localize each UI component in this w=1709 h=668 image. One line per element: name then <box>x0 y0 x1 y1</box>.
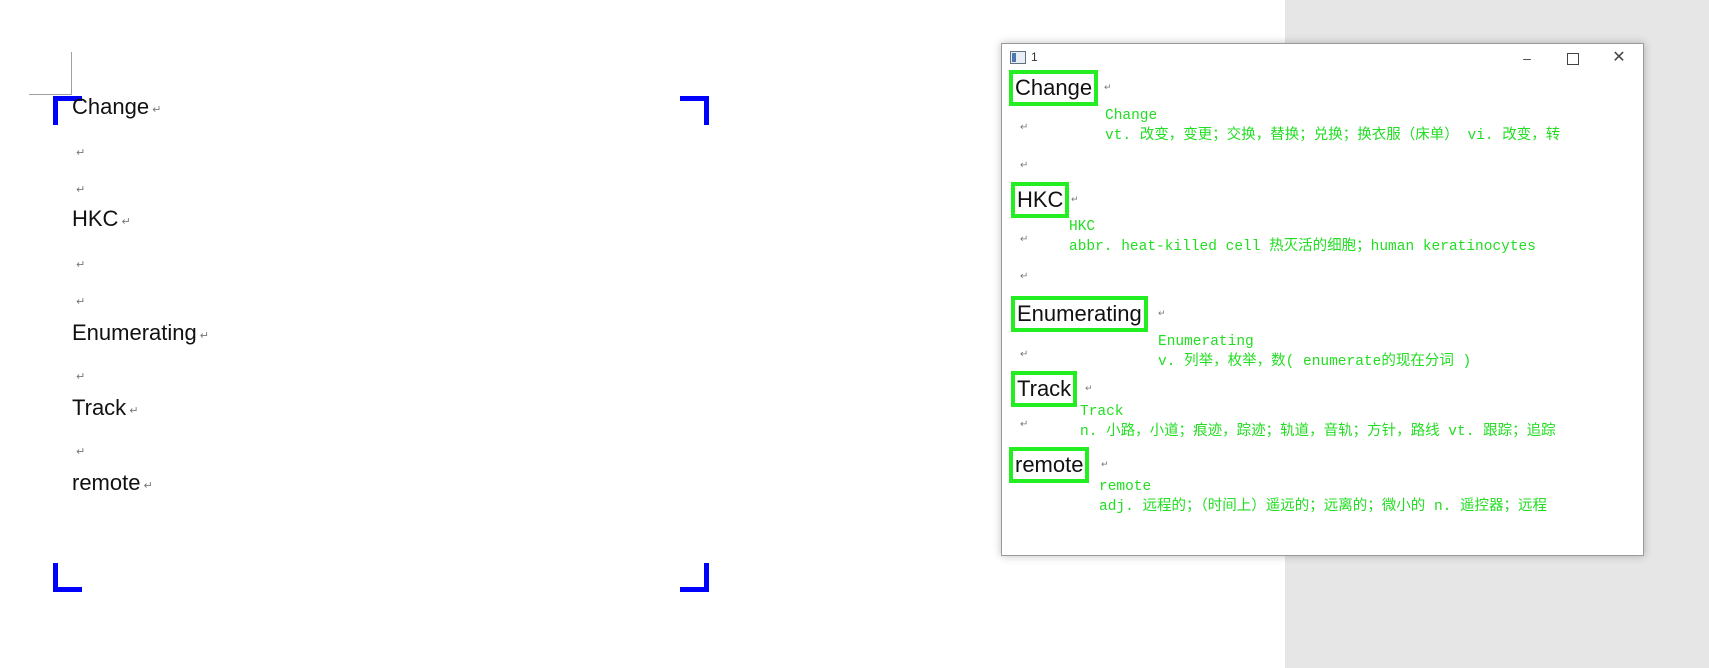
definition-headword: HKC <box>1069 219 1096 235</box>
close-button[interactable]: ✕ <box>1599 46 1639 70</box>
definition-text: v. 列举，枚举，数( enumerate的现在分词 ) <box>1158 354 1472 370</box>
crop-mark-bottom-left <box>53 563 82 592</box>
paragraph-mark: ↵ <box>121 216 131 229</box>
definition-headword: Enumerating <box>1158 334 1254 350</box>
highlighted-word[interactable]: Change <box>1009 70 1099 106</box>
window-title: 1 <box>1031 50 1038 64</box>
paragraph-mark: ↵ <box>1085 383 1093 393</box>
definition-text: adj. 远程的；（时间上）遥远的；远离的；微小的 n. 遥控器；远程 <box>1099 499 1548 515</box>
definition-headword: Track <box>1080 404 1124 420</box>
doc-line[interactable]: Change ↵ <box>72 94 161 120</box>
doc-line[interactable]: Enumerating ↵ <box>72 320 209 346</box>
minimize-button[interactable]: – <box>1507 46 1547 70</box>
paragraph-mark: ↵ <box>129 405 139 418</box>
paragraph-mark: ↵ <box>1071 194 1079 204</box>
doc-line[interactable]: remote ↵ <box>72 470 153 496</box>
highlighted-word[interactable]: Track <box>1011 371 1078 407</box>
definition-headword: Change <box>1105 108 1158 124</box>
highlighted-word[interactable]: Enumerating <box>1011 296 1148 332</box>
margin-mark <box>29 94 72 95</box>
paragraph-mark: ↵ <box>1020 234 1029 245</box>
doc-line[interactable]: HKC ↵ <box>72 206 131 232</box>
paragraph-mark: ↵ <box>1020 160 1029 171</box>
paragraph-mark: ↵ <box>199 330 209 343</box>
paragraph-mark: ↵ <box>76 259 86 271</box>
paragraph-mark: ↵ <box>1020 349 1029 360</box>
paragraph-mark: ↵ <box>76 147 86 159</box>
title-bar[interactable]: 1 – ✕ <box>1002 44 1643 72</box>
doc-word[interactable]: Enumerating <box>72 320 197 345</box>
doc-word[interactable]: Change <box>72 94 149 119</box>
paragraph-mark: ↵ <box>76 371 86 383</box>
highlighted-word[interactable]: HKC <box>1011 182 1070 218</box>
maximize-button[interactable] <box>1553 46 1593 70</box>
maximize-icon <box>1567 53 1579 66</box>
highlighted-word[interactable]: remote <box>1009 447 1090 483</box>
crop-mark-bottom-right <box>680 563 709 592</box>
margin-mark <box>71 52 72 95</box>
popup-window[interactable]: 1 – ✕ Change ↵ Change ↵ vt. 改变，变更；交换，替换；… <box>1001 43 1644 556</box>
definition-text: n. 小路，小道；痕迹，踪迹；轨道，音轨；方针，路线 vt. 跟踪；追踪 <box>1080 424 1556 440</box>
paragraph-mark: ↵ <box>76 296 86 308</box>
paragraph-mark: ↵ <box>1020 419 1029 430</box>
paragraph-mark: ↵ <box>152 104 162 117</box>
doc-line[interactable]: Track ↵ <box>72 395 138 421</box>
paragraph-mark: ↵ <box>143 480 153 493</box>
paragraph-mark: ↵ <box>1020 271 1029 282</box>
doc-word[interactable]: remote <box>72 470 140 495</box>
paragraph-mark: ↵ <box>1158 308 1166 318</box>
doc-word[interactable]: Track <box>72 395 126 420</box>
crop-mark-top-right <box>680 96 709 125</box>
paragraph-mark: ↵ <box>76 446 86 458</box>
definition-text: abbr. heat-killed cell 热灭活的细胞；human kera… <box>1069 239 1536 255</box>
definition-text: vt. 改变，变更；交换，替换；兑换；换衣服（床单） vi. 改变，转 <box>1105 128 1561 144</box>
paragraph-mark: ↵ <box>1101 459 1109 469</box>
paragraph-mark: ↵ <box>76 184 86 196</box>
definition-headword: remote <box>1099 479 1152 495</box>
paragraph-mark: ↵ <box>1104 82 1112 92</box>
paragraph-mark: ↵ <box>1020 122 1029 133</box>
app-icon <box>1010 51 1026 64</box>
doc-word[interactable]: HKC <box>72 206 118 231</box>
